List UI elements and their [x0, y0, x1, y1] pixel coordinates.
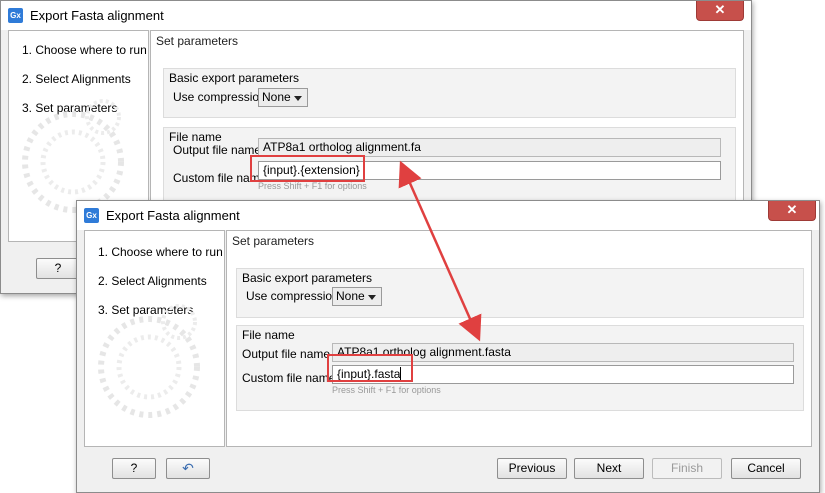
wizard-steps: 1. Choose where to run 2. Select Alignme…: [84, 230, 225, 447]
output-file-name-label: Output file name: [242, 347, 331, 361]
help-button[interactable]: ?: [36, 258, 80, 279]
compression-select[interactable]: None: [332, 287, 382, 306]
group-label: Basic export parameters: [169, 71, 300, 85]
step-select-alignments[interactable]: 2. Select Alignments: [98, 274, 207, 288]
parameters-panel: Set parameters Basic export parameters U…: [226, 230, 812, 447]
app-icon: Gx: [84, 208, 99, 223]
cancel-button[interactable]: Cancel: [731, 458, 801, 479]
shortcut-hint: Press Shift + F1 for options: [332, 385, 441, 395]
basic-export-group: Basic export parameters Use compression …: [236, 268, 804, 318]
group-label: Basic export parameters: [242, 271, 373, 285]
chevron-down-icon: [368, 295, 376, 300]
highlight-custom-name-back: [250, 155, 365, 182]
compression-value: None: [336, 289, 365, 303]
chevron-down-icon: [294, 96, 302, 101]
app-icon: Gx: [8, 8, 23, 23]
step-select-alignments[interactable]: 2. Select Alignments: [22, 72, 131, 86]
group-label: File name: [242, 328, 295, 342]
compression-label: Use compression: [246, 289, 339, 303]
step-choose-where-to-run[interactable]: 1. Choose where to run: [22, 43, 147, 57]
group-label: File name: [169, 130, 222, 144]
file-name-group: File name Output file name ATP8a1 orthol…: [236, 325, 804, 411]
step-choose-where-to-run[interactable]: 1. Choose where to run: [98, 245, 223, 259]
help-button[interactable]: ?: [112, 458, 156, 479]
panel-title: Set parameters: [156, 34, 239, 48]
close-icon[interactable]: ✕: [768, 201, 816, 221]
compression-value: None: [262, 90, 291, 104]
title-bar: Gx Export Fasta alignment ✕: [77, 201, 819, 230]
custom-file-name-label: Custom file name: [242, 371, 336, 385]
compression-label: Use compression: [173, 90, 266, 104]
title-bar: Gx Export Fasta alignment ✕: [1, 1, 751, 30]
dialog-title: Export Fasta alignment: [30, 8, 164, 23]
output-file-name-label: Output file name: [173, 143, 262, 157]
close-icon[interactable]: ✕: [696, 1, 744, 21]
next-button[interactable]: Next: [574, 458, 644, 479]
undo-icon[interactable]: ↶: [166, 458, 210, 479]
panel-title: Set parameters: [232, 234, 315, 248]
finish-button[interactable]: Finish: [652, 458, 722, 479]
shortcut-hint: Press Shift + F1 for options: [258, 181, 367, 191]
dialog-title: Export Fasta alignment: [106, 208, 240, 223]
previous-button[interactable]: Previous: [497, 458, 567, 479]
export-dialog: Gx Export Fasta alignment ✕ 1. Choose wh…: [76, 200, 820, 493]
compression-select[interactable]: None: [258, 88, 308, 107]
dna-watermark-icon: [98, 304, 200, 418]
basic-export-group: Basic export parameters Use compression …: [163, 68, 736, 118]
highlight-custom-name-front: [327, 354, 413, 382]
